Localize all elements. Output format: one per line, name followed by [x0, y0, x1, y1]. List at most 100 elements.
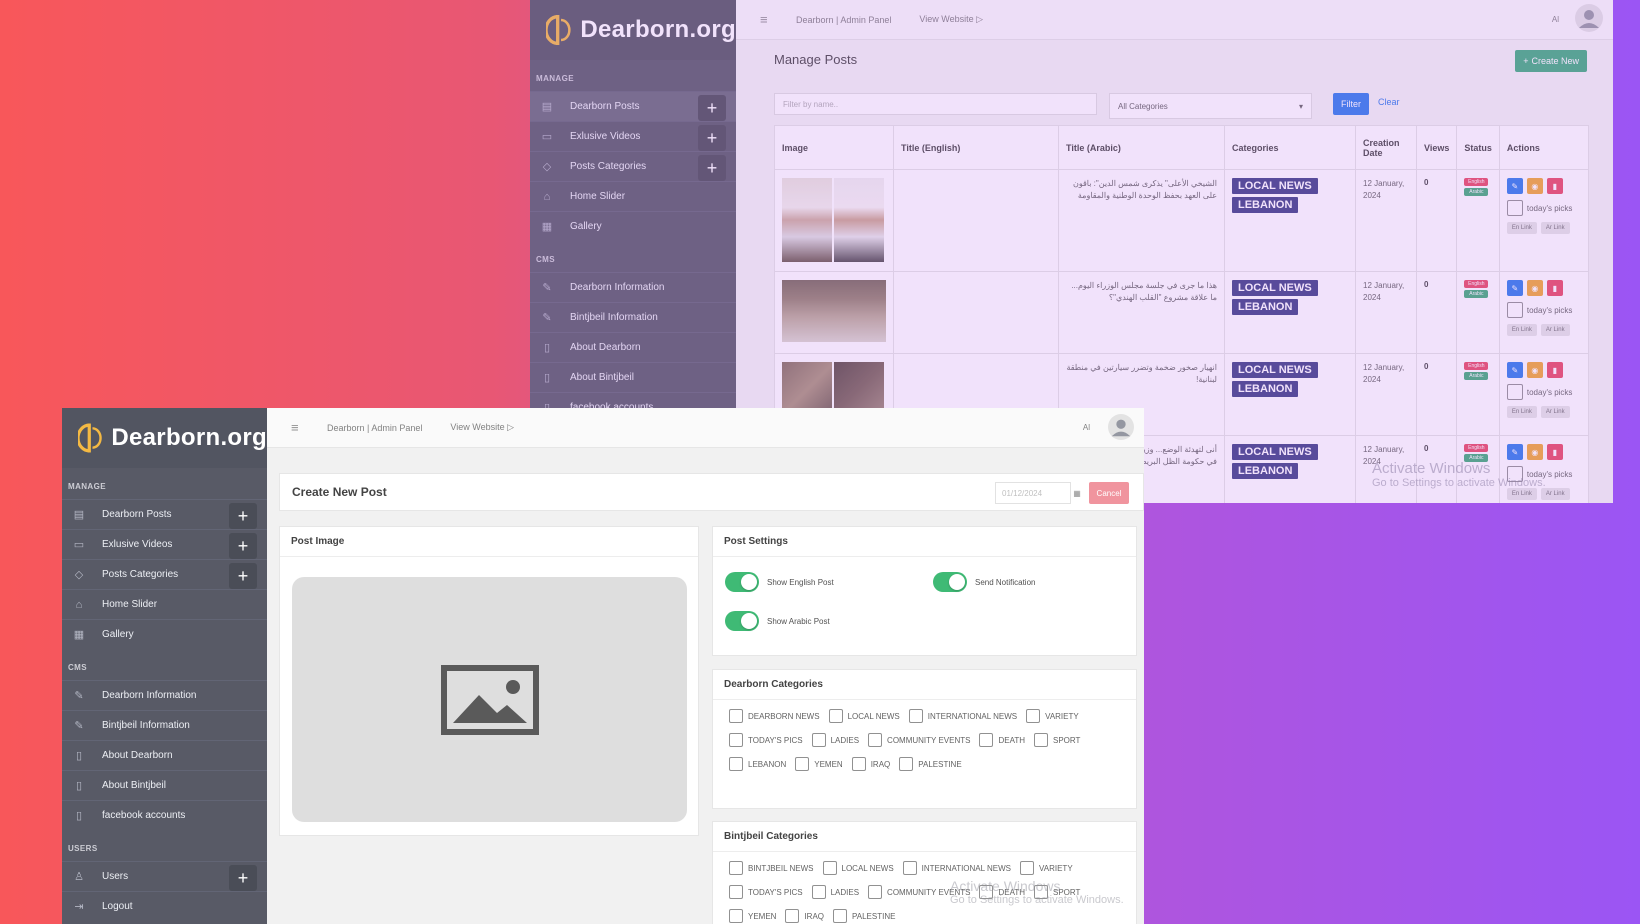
todays-picks-checkbox[interactable]: today's picks — [1506, 384, 1581, 400]
add-category-button[interactable]: + — [698, 155, 726, 181]
sidebar-item-exlusive-videos[interactable]: ▭ Exlusive Videos + — [62, 529, 267, 559]
calendar-icon[interactable]: ▦ — [1069, 482, 1085, 504]
post-thumbnail[interactable] — [782, 280, 886, 342]
category-checkbox[interactable]: COMMUNITY EVENTS — [868, 733, 970, 747]
category-checkbox[interactable]: LOCAL NEWS — [828, 709, 900, 723]
eye-icon[interactable]: ◉ — [1526, 280, 1543, 296]
eye-icon[interactable]: ◉ — [1526, 444, 1543, 460]
category-checkbox[interactable]: PALESTINE — [833, 909, 895, 923]
en-link-button[interactable]: En Link — [1506, 406, 1537, 418]
trash-icon[interactable]: ▮ — [1546, 362, 1563, 378]
en-link-button[interactable]: En Link — [1506, 488, 1537, 500]
eye-icon[interactable]: ◉ — [1526, 362, 1543, 378]
sidebar-item-logout[interactable]: ⇥ Logout — [62, 891, 267, 921]
add-video-button[interactable]: + — [698, 125, 726, 151]
category-checkbox[interactable]: DEATH — [979, 733, 1025, 747]
add-video-button[interactable]: + — [229, 533, 257, 559]
category-checkbox[interactable]: INTERNATIONAL NEWS — [908, 709, 1017, 723]
category-checkbox[interactable]: BINTJBEIL NEWS — [729, 861, 814, 875]
sidebar-item-bintjbeil-information[interactable]: ✎ Bintjbeil Information — [62, 710, 267, 740]
add-user-button[interactable]: + — [229, 865, 257, 891]
add-post-button[interactable]: + — [229, 503, 257, 529]
edit-icon[interactable]: ✎ — [1506, 444, 1523, 460]
sidebar-item-home-slider[interactable]: ⌂ Home Slider — [530, 181, 736, 211]
sidebar-item-posts-categories[interactable]: ◇ Posts Categories + — [530, 151, 736, 181]
send-notification-toggle[interactable] — [933, 572, 967, 592]
post-thumbnail[interactable] — [782, 178, 886, 262]
show-english-toggle[interactable] — [725, 572, 759, 592]
create-new-button[interactable]: + Create New — [1515, 50, 1587, 72]
sidebar-item-posts-categories[interactable]: ◇ Posts Categories + — [62, 559, 267, 589]
avatar-icon[interactable] — [1108, 414, 1134, 440]
category-checkbox[interactable]: YEMEN — [729, 909, 776, 923]
category-checkbox[interactable]: IRAQ — [851, 757, 890, 771]
category-checkbox[interactable]: LEBANON — [729, 757, 786, 771]
category-checkbox[interactable]: TODAY'S PICS — [729, 885, 803, 899]
category-checkbox[interactable]: LADIES — [811, 885, 859, 899]
category-checkbox[interactable]: VARIETY — [1020, 861, 1073, 875]
ar-link-button[interactable]: Ar Link — [1540, 324, 1570, 336]
category-checkbox[interactable]: IRAQ — [785, 909, 824, 923]
edit-icon[interactable]: ✎ — [1506, 178, 1523, 194]
admin-panel-link[interactable]: Dearborn | Admin Panel — [796, 15, 891, 25]
category-checkbox[interactable]: DEARBORN NEWS — [729, 709, 820, 723]
caret-down-icon: ▾ — [1298, 101, 1303, 111]
sidebar-item-about-dearborn[interactable]: ▯ About Dearborn — [62, 740, 267, 770]
sidebar-item-gallery[interactable]: ▦ Gallery — [530, 211, 736, 241]
sidebar-item-dearborn-posts[interactable]: ▤ Dearborn Posts + — [530, 91, 736, 121]
edit-icon[interactable]: ✎ — [1506, 280, 1523, 296]
cancel-button[interactable]: Cancel — [1089, 482, 1129, 504]
brand-header[interactable]: Dearborn.org — [62, 408, 267, 468]
category-checkbox[interactable]: VARIETY — [1026, 709, 1079, 723]
filter-button[interactable]: Filter — [1333, 93, 1369, 115]
image-upload-area[interactable] — [292, 577, 687, 822]
add-post-button[interactable]: + — [698, 95, 726, 121]
sidebar-item-about-dearborn[interactable]: ▯ About Dearborn — [530, 332, 736, 362]
sidebar-item-dearborn-information[interactable]: ✎ Dearborn Information — [62, 680, 267, 710]
sidebar-item-bintjbeil-information[interactable]: ✎ Bintjbeil Information — [530, 302, 736, 332]
show-arabic-toggle[interactable] — [725, 611, 759, 631]
sidebar-item-about-bintjbeil[interactable]: ▯ About Bintjbeil — [530, 362, 736, 392]
brand-header[interactable]: Dearborn.org — [530, 0, 736, 60]
category-checkbox[interactable]: SPORT — [1034, 733, 1080, 747]
trash-icon[interactable]: ▮ — [1546, 280, 1563, 296]
category-checkbox[interactable]: INTERNATIONAL NEWS — [902, 861, 1011, 875]
view-website-link[interactable]: View Website ▷ — [919, 14, 983, 25]
sidebar-item-exlusive-videos[interactable]: ▭ Exlusive Videos + — [530, 121, 736, 151]
category-checkbox[interactable]: TODAY'S PICS — [729, 733, 803, 747]
todays-picks-checkbox[interactable]: today's picks — [1506, 302, 1581, 318]
view-website-link[interactable]: View Website ▷ — [450, 422, 514, 433]
category-checkbox[interactable]: LOCAL NEWS — [822, 861, 894, 875]
trash-icon[interactable]: ▮ — [1546, 178, 1563, 194]
hamburger-icon[interactable]: ≡ — [760, 12, 780, 27]
en-link-button[interactable]: En Link — [1506, 324, 1537, 336]
admin-panel-link[interactable]: Dearborn | Admin Panel — [327, 423, 422, 433]
sidebar-item-dearborn-posts[interactable]: ▤ Dearborn Posts + — [62, 499, 267, 529]
category-label: LADIES — [830, 735, 860, 745]
ar-link-button[interactable]: Ar Link — [1540, 222, 1570, 234]
column-header: Views — [1415, 125, 1458, 170]
en-link-button[interactable]: En Link — [1506, 222, 1537, 234]
ar-link-button[interactable]: Ar Link — [1540, 406, 1570, 418]
clear-link[interactable]: Clear — [1378, 97, 1400, 107]
filter-input[interactable]: Filter by name.. — [774, 93, 1097, 115]
category-checkbox[interactable]: LADIES — [811, 733, 860, 747]
date-input[interactable]: 01/12/2024 — [995, 482, 1071, 504]
trash-icon[interactable]: ▮ — [1546, 444, 1563, 460]
sidebar-item-gallery[interactable]: ▦ Gallery — [62, 619, 267, 649]
avatar-icon[interactable] — [1575, 4, 1603, 32]
sidebar-item-users[interactable]: ♙ Users + — [62, 861, 267, 891]
add-category-button[interactable]: + — [229, 563, 257, 589]
todays-picks-checkbox[interactable]: today's picks — [1506, 200, 1581, 216]
sidebar-item-home-slider[interactable]: ⌂ Home Slider — [62, 589, 267, 619]
ar-link-button[interactable]: Ar Link — [1540, 488, 1570, 500]
sidebar-item-about-bintjbeil[interactable]: ▯ About Bintjbeil — [62, 770, 267, 800]
sidebar-item-facebook-accounts[interactable]: ▯ facebook accounts — [62, 800, 267, 830]
category-select[interactable]: All Categories ▾ — [1109, 93, 1312, 119]
category-checkbox[interactable]: YEMEN — [795, 757, 843, 771]
sidebar-item-dearborn-information[interactable]: ✎ Dearborn Information — [530, 272, 736, 302]
edit-icon[interactable]: ✎ — [1506, 362, 1523, 378]
category-checkbox[interactable]: PALESTINE — [899, 757, 962, 771]
eye-icon[interactable]: ◉ — [1526, 178, 1543, 194]
hamburger-icon[interactable]: ≡ — [291, 420, 311, 435]
